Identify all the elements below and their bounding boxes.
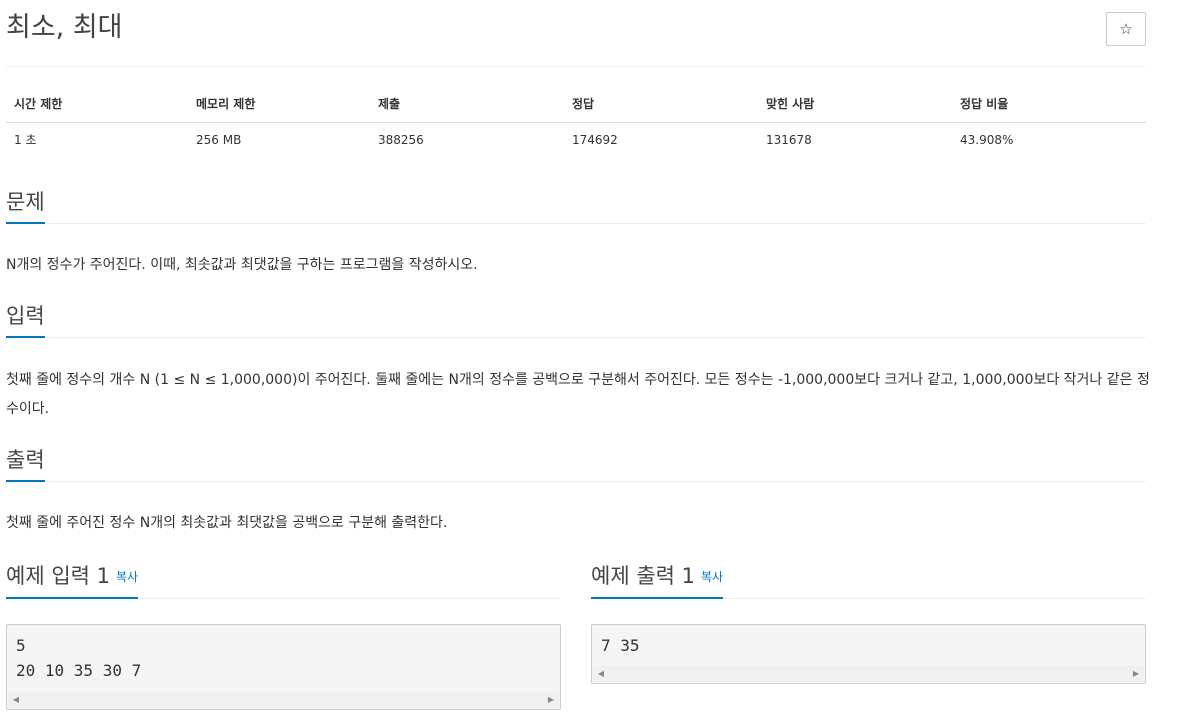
value-time-limit: 1 초 <box>14 133 37 148</box>
scroll-left-icon[interactable]: ◀ <box>593 666 609 682</box>
header-accepted: 정답 <box>564 86 758 123</box>
sample-input-heading: 예제 입력 1 <box>6 564 110 588</box>
value-solvers: 131678 <box>766 132 812 147</box>
sample-output-box[interactable]: 7 35 ◀ ▶ <box>591 624 1146 684</box>
info-header-row: 시간 제한 메모리 제한 제출 정답 맞힌 사람 정답 비율 <box>6 86 1146 123</box>
sample-input-box[interactable]: 5 20 10 35 30 7 ◀ ▶ <box>6 624 561 710</box>
value-memory-limit: 256 MB <box>196 132 242 147</box>
header-solvers: 맞힌 사람 <box>758 86 952 123</box>
sample-output-content: 7 35 <box>601 636 640 655</box>
scroll-left-icon[interactable]: ◀ <box>8 692 24 708</box>
sample-output-scrollbar[interactable]: ◀ ▶ <box>593 666 1144 682</box>
star-icon: ☆ <box>1119 20 1133 38</box>
description-headline: 문제 <box>6 188 1146 224</box>
problem-title: 최소, 최대 <box>6 12 123 43</box>
page-header: 최소, 최대 ☆ <box>6 0 1146 67</box>
description-text: N개의 정수가 주어진다. 이때, 최솟값과 최댓값을 구하는 프로그램을 작성… <box>6 257 478 273</box>
value-accepted: 174692 <box>572 132 618 147</box>
sample-output-copy-link[interactable]: 복사 <box>701 570 723 584</box>
sample-input-content: 5 20 10 35 30 7 <box>16 636 142 680</box>
sample-input-copy-link[interactable]: 복사 <box>116 570 138 584</box>
header-submissions: 제출 <box>370 86 564 123</box>
input-heading: 입력 <box>6 302 45 338</box>
output-text: 첫째 줄에 주어진 정수 N개의 최솟값과 최댓값을 공백으로 구분해 출력한다… <box>6 515 448 531</box>
problem-info-table: 시간 제한 메모리 제한 제출 정답 맞힌 사람 정답 비율 1 초 256 M… <box>6 86 1146 157</box>
scroll-right-icon[interactable]: ▶ <box>543 692 559 708</box>
sample-output-heading-wrap: 예제 출력 1 복사 <box>591 562 724 599</box>
header-memory-limit: 메모리 제한 <box>188 86 370 123</box>
sample-output-heading: 예제 출력 1 <box>591 564 695 588</box>
sample-input-scrollbar[interactable]: ◀ ▶ <box>8 692 559 708</box>
star-button[interactable]: ☆ <box>1106 12 1146 46</box>
value-submissions: 388256 <box>378 132 424 147</box>
info-value-row: 1 초 256 MB 388256 174692 131678 43.908% <box>6 122 1146 157</box>
description-heading: 문제 <box>6 188 45 224</box>
header-time-limit: 시간 제한 <box>6 86 188 123</box>
scroll-right-icon[interactable]: ▶ <box>1128 666 1144 682</box>
output-heading: 출력 <box>6 446 45 482</box>
sample-input-heading-wrap: 예제 입력 1 복사 <box>6 562 139 599</box>
value-ratio: 43.908% <box>960 132 1014 147</box>
header-ratio: 정답 비율 <box>952 86 1146 123</box>
sample-output-headline: 예제 출력 1 복사 <box>591 562 1146 599</box>
input-text: 첫째 줄에 정수의 개수 N (1 ≤ N ≤ 1,000,000)이 주어진다… <box>6 372 1150 417</box>
output-headline: 출력 <box>6 446 1146 482</box>
problem-page: 최소, 최대 ☆ 시간 제한 메모리 제한 제출 정답 맞힌 사람 정답 비율 … <box>0 0 1180 722</box>
input-headline: 입력 <box>6 302 1146 338</box>
sample-input-headline: 예제 입력 1 복사 <box>6 562 561 599</box>
